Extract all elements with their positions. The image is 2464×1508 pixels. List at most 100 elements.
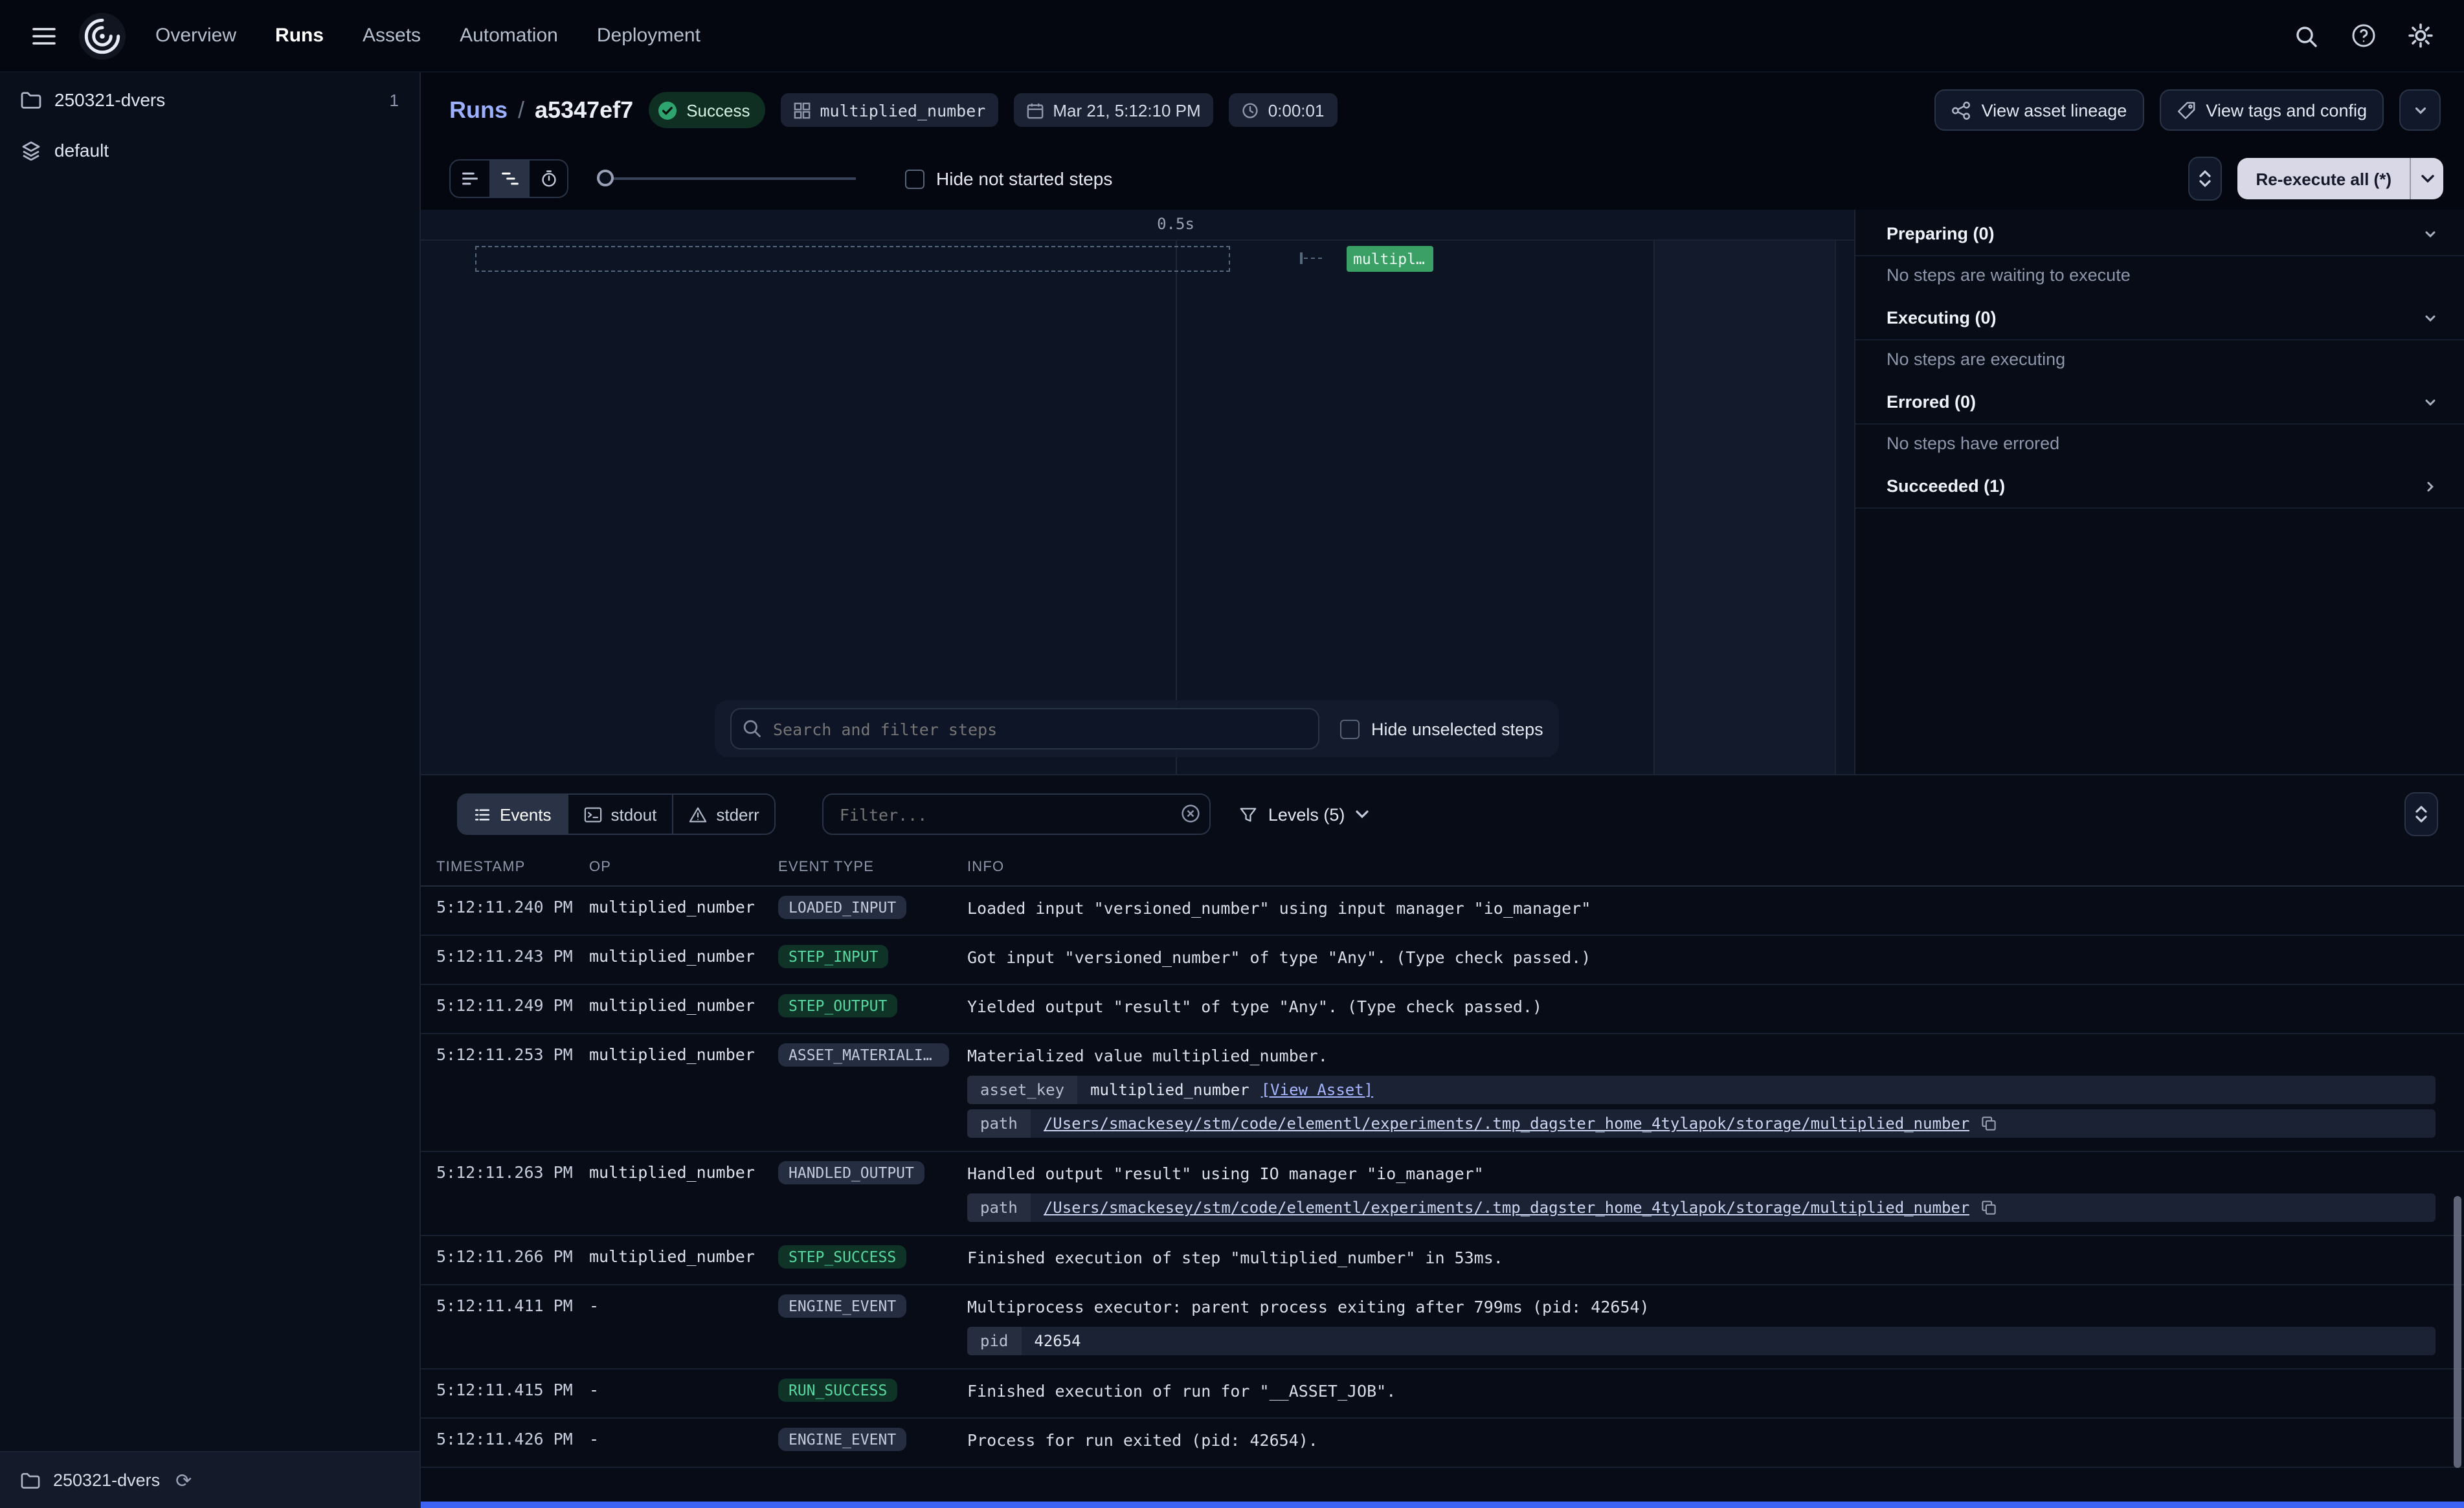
event-info-text: Handled output "result" using IO manager…: [967, 1161, 2436, 1183]
timer-icon: [1242, 102, 1259, 118]
event-type-badge: STEP_SUCCESS: [778, 1245, 906, 1269]
run-actions-chevron-button[interactable]: [2399, 89, 2441, 131]
event-row[interactable]: 5:12:11.415 PM-RUN_SUCCESSFinished execu…: [421, 1369, 2464, 1419]
settings-gear-icon[interactable]: [2397, 12, 2443, 59]
lineage-icon: [1952, 100, 1971, 120]
reexecute-all-button[interactable]: Re-execute all (*): [2237, 158, 2410, 199]
hide-not-started-checkbox[interactable]: [905, 169, 924, 188]
nav-link-automation[interactable]: Automation: [460, 25, 558, 47]
log-expand-button[interactable]: [2404, 792, 2438, 836]
metadata-key: pid: [967, 1327, 1021, 1355]
event-row[interactable]: 5:12:11.263 PMmultiplied_numberHANDLED_O…: [421, 1152, 2464, 1236]
reexecute-split-button: Re-execute all (*): [2237, 158, 2443, 199]
chevron-down-icon: [2423, 394, 2438, 410]
funnel-icon: [1240, 806, 1258, 823]
bottom-scroll-strip[interactable]: [421, 1502, 2464, 1508]
dagster-logo[interactable]: [78, 11, 127, 60]
event-timestamp: 5:12:11.411 PM: [436, 1294, 589, 1315]
hide-unselected-checkbox[interactable]: [1340, 719, 1360, 738]
scrollbar-thumb[interactable]: [2454, 1196, 2461, 1468]
event-info-text: Finished execution of run for "__ASSET_J…: [967, 1379, 2436, 1401]
refresh-icon[interactable]: ⟳: [175, 1469, 192, 1492]
event-row[interactable]: 5:12:11.249 PMmultiplied_numberSTEP_OUTP…: [421, 985, 2464, 1034]
waterfall-view-button[interactable]: [489, 161, 528, 197]
sidebar-footer[interactable]: 250321-dvers ⟳: [0, 1451, 420, 1508]
levels-dropdown[interactable]: Levels (5): [1240, 804, 1369, 824]
metadata-value: multiplied_number[View Asset]: [1077, 1076, 2436, 1104]
datetime-tag: Mar 21, 5:12:10 PM: [1014, 93, 1213, 127]
panel-section-preparing[interactable]: Preparing (0): [1855, 212, 2464, 256]
duration-tag-label: 0:00:01: [1268, 100, 1325, 120]
view-tags-config-button[interactable]: View tags and config: [2159, 89, 2384, 131]
gantt-dependency-tick: [1300, 252, 1302, 264]
view-asset-link[interactable]: [View Asset]: [1261, 1081, 1373, 1099]
clear-filter-icon[interactable]: [1182, 804, 1201, 823]
tab-events[interactable]: Events: [458, 795, 567, 834]
gantt-expand-collapse-button[interactable]: [2188, 157, 2222, 201]
panel-section-succeeded[interactable]: Succeeded (1): [1855, 465, 2464, 509]
event-info: Multiprocess executor: parent process ex…: [967, 1294, 2436, 1359]
event-type-badge: ENGINE_EVENT: [778, 1428, 906, 1451]
nav-link-overview[interactable]: Overview: [155, 25, 236, 47]
event-op: multiplied_number: [589, 896, 778, 916]
zoom-slider[interactable]: [597, 168, 856, 189]
event-row[interactable]: 5:12:11.426 PM-ENGINE_EVENTProcess for r…: [421, 1419, 2464, 1468]
search-icon: [742, 718, 761, 738]
slider-knob[interactable]: [597, 170, 614, 186]
step-search-input[interactable]: [730, 708, 1319, 749]
asset-grid-icon: [794, 102, 811, 118]
help-icon[interactable]: [2340, 12, 2386, 59]
gantt-toolbar: Hide not started steps Re-execute all (*…: [421, 148, 2464, 210]
path-link[interactable]: /Users/smackesey/stm/code/elementl/exper…: [1044, 1199, 1970, 1217]
ruler-tick-label: 0.5s: [1157, 215, 1194, 233]
timing-view-button[interactable]: [528, 161, 567, 197]
log-filter-input[interactable]: [823, 793, 1211, 835]
flat-view-button[interactable]: [451, 161, 489, 197]
metadata-key: path: [967, 1109, 1031, 1138]
panel-section-errored[interactable]: Errored (0): [1855, 381, 2464, 425]
sidebar-repo-label: 250321-dvers: [54, 89, 165, 110]
gantt-chart[interactable]: 0.5s multiplied_number: [421, 210, 1854, 774]
event-row[interactable]: 5:12:11.266 PMmultiplied_numberSTEP_SUCC…: [421, 1236, 2464, 1285]
hide-not-started-toggle[interactable]: Hide not started steps: [905, 168, 1112, 189]
gantt-waiting-span: [475, 246, 1230, 272]
sidebar-repo-count: 1: [390, 90, 399, 109]
event-timestamp: 5:12:11.263 PM: [436, 1161, 589, 1182]
metadata-key: path: [967, 1193, 1031, 1222]
event-info: Yielded output "result" of type "Any". (…: [967, 994, 2436, 1016]
nav-link-assets[interactable]: Assets: [363, 25, 421, 47]
console-icon: [584, 806, 602, 823]
event-row[interactable]: 5:12:11.240 PMmultiplied_numberLOADED_IN…: [421, 887, 2464, 936]
path-link[interactable]: /Users/smackesey/stm/code/elementl/exper…: [1044, 1114, 1970, 1133]
view-asset-lineage-button[interactable]: View asset lineage: [1935, 89, 2144, 131]
event-info: Process for run exited (pid: 42654).: [967, 1428, 2436, 1450]
search-icon[interactable]: [2283, 12, 2329, 59]
event-row[interactable]: 5:12:11.411 PM-ENGINE_EVENTMultiprocess …: [421, 1285, 2464, 1369]
copy-icon[interactable]: [1981, 1116, 1997, 1131]
event-row[interactable]: 5:12:11.253 PMmultiplied_numberASSET_MAT…: [421, 1034, 2464, 1152]
panel-section-executing[interactable]: Executing (0): [1855, 296, 2464, 340]
gantt-step-bar[interactable]: multiplied_number: [1347, 246, 1433, 272]
hamburger-menu-icon[interactable]: [21, 12, 67, 59]
tab-stdout[interactable]: stdout: [567, 795, 673, 834]
event-row[interactable]: 5:12:11.243 PMmultiplied_numberSTEP_INPU…: [421, 936, 2464, 985]
event-op: multiplied_number: [589, 1245, 778, 1266]
sidebar-item-default[interactable]: default: [0, 127, 420, 173]
reexecute-dropdown-button[interactable]: [2410, 158, 2443, 199]
gantt-view-mode-group: [449, 159, 568, 198]
panel-section-title: Preparing (0): [1887, 224, 1995, 243]
hide-unselected-toggle[interactable]: Hide unselected steps: [1340, 719, 1543, 738]
chevron-down-icon: [1355, 810, 1368, 819]
event-type-cell: STEP_OUTPUT: [778, 994, 967, 1024]
event-type-badge: ENGINE_EVENT: [778, 1294, 906, 1318]
event-info: Loaded input "versioned_number" using in…: [967, 896, 2436, 918]
nav-link-deployment[interactable]: Deployment: [597, 25, 700, 47]
nav-link-runs[interactable]: Runs: [275, 25, 324, 47]
tab-stderr[interactable]: stderr: [672, 795, 774, 834]
copy-icon[interactable]: [1981, 1200, 1997, 1215]
list-icon: [474, 806, 491, 823]
breadcrumb-runs-link[interactable]: Runs: [449, 96, 508, 124]
hide-not-started-label: Hide not started steps: [936, 168, 1112, 189]
sidebar-repo-row[interactable]: 250321-dvers 1: [0, 72, 420, 127]
event-type-badge: ASSET_MATERIALIZATION: [778, 1043, 949, 1067]
